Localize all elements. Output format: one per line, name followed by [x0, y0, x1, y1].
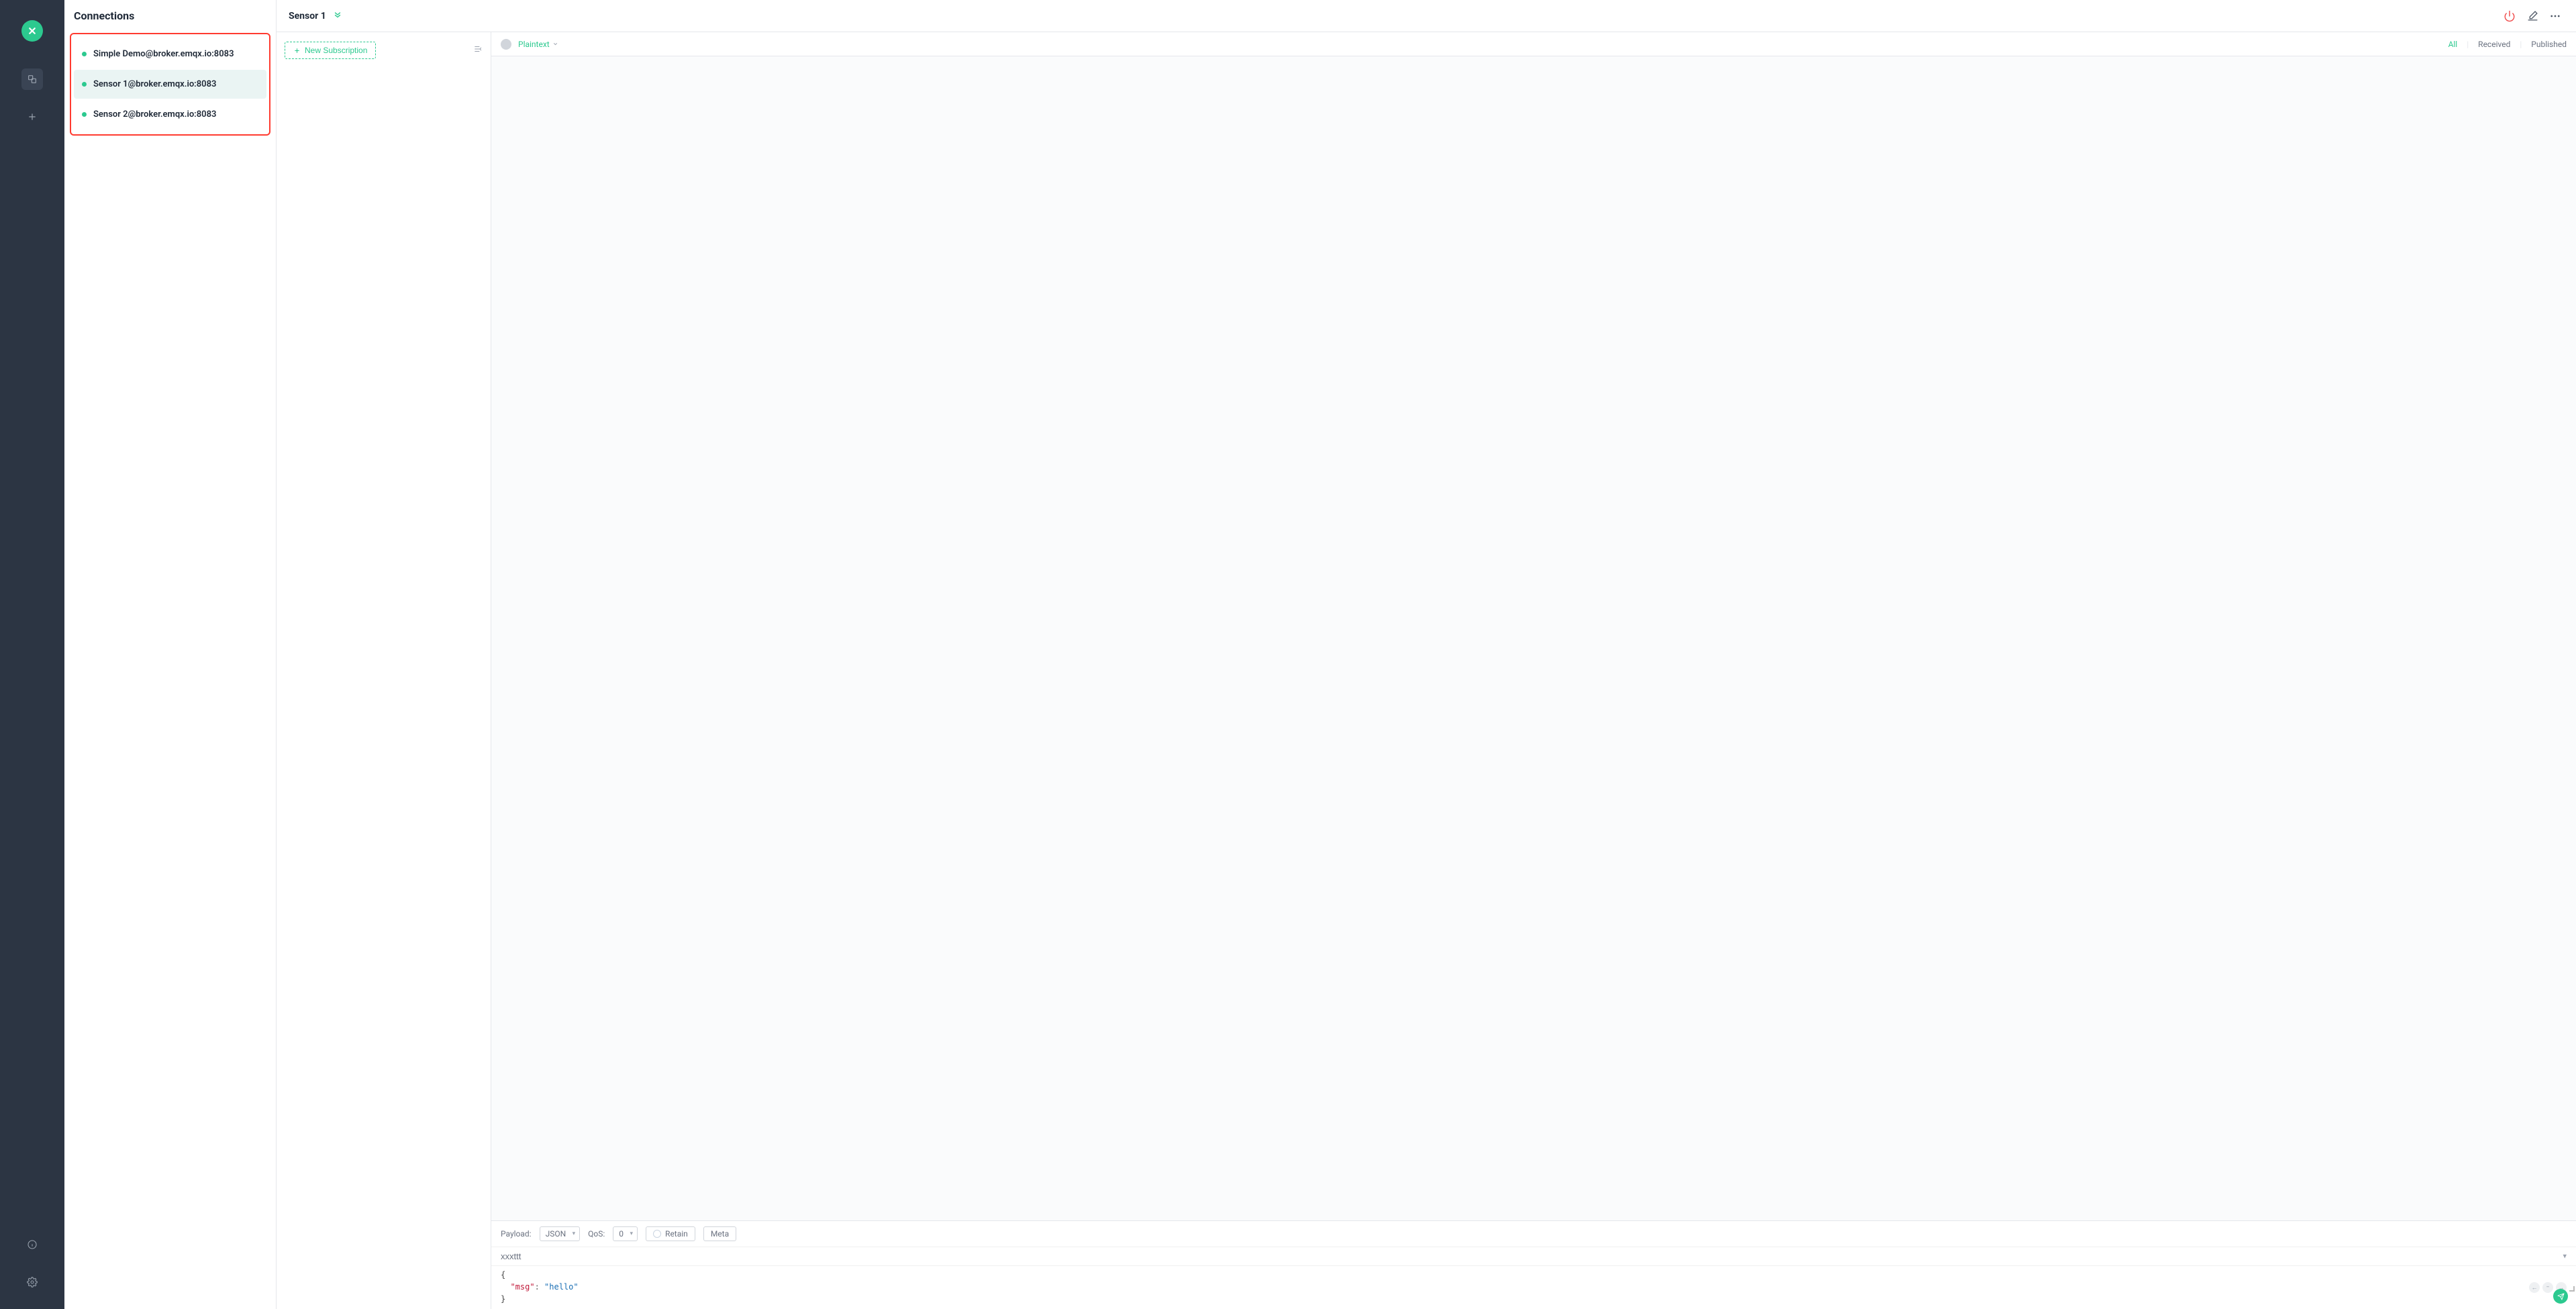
disconnect-button[interactable] — [2501, 7, 2518, 25]
nav-add[interactable] — [21, 106, 43, 128]
publish-footer: Payload: JSON ▾ QoS: 0 ▾ Retain — [491, 1220, 2576, 1309]
new-subscription-label: New Subscription — [305, 46, 367, 55]
history-mid-icon[interactable]: − — [2542, 1282, 2553, 1293]
edit-button[interactable] — [2524, 7, 2541, 25]
connection-item[interactable]: Simple Demo@broker.emqx.io:8083 — [74, 40, 266, 68]
payload-type-value: JSON — [546, 1229, 566, 1239]
subscriptions-column: New Subscription — [277, 32, 491, 1309]
retain-toggle[interactable]: Retain — [646, 1226, 695, 1241]
nav-connections[interactable] — [21, 68, 43, 90]
qos-select[interactable]: 0 ▾ — [613, 1226, 638, 1241]
payload-editor-row: { "msg": "hello" } ← − → — [491, 1265, 2576, 1309]
status-dot-icon — [82, 112, 87, 117]
connection-label: Simple Demo@broker.emqx.io:8083 — [93, 49, 234, 59]
filter-published[interactable]: Published — [2531, 40, 2567, 49]
topic-input[interactable] — [491, 1247, 2576, 1265]
chevron-down-icon: ▾ — [630, 1230, 634, 1237]
qos-label: QoS: — [588, 1229, 605, 1239]
publish-controls: Payload: JSON ▾ QoS: 0 ▾ Retain — [491, 1221, 2576, 1247]
main-header: Sensor 1 — [277, 0, 2576, 32]
app-logo — [21, 20, 43, 42]
messages-toolbar: Plaintext All | Received | Published — [491, 32, 2576, 56]
status-dot-icon — [82, 52, 87, 56]
chevron-down-icon: ▾ — [573, 1230, 576, 1237]
connection-item[interactable]: Sensor 2@broker.emqx.io:8083 — [74, 100, 266, 129]
resize-handle-icon[interactable] — [2569, 1286, 2575, 1292]
history-prev-icon[interactable]: ← — [2529, 1282, 2540, 1293]
payload-editor[interactable]: { "msg": "hello" } — [501, 1269, 2567, 1305]
connection-label: Sensor 2@broker.emqx.io:8083 — [93, 109, 216, 119]
connections-list-highlight: Simple Demo@broker.emqx.io:8083 Sensor 1… — [70, 33, 270, 136]
payload-format-select[interactable]: Plaintext — [518, 40, 558, 49]
nav-rail — [0, 0, 64, 1309]
filter-all[interactable]: All — [2448, 40, 2458, 49]
message-filter-tabs: All | Received | Published — [2448, 40, 2567, 49]
payload-label: Payload: — [501, 1229, 532, 1239]
main-area: Sensor 1 New Subscription — [277, 0, 2576, 1309]
new-subscription-button[interactable]: New Subscription — [285, 42, 376, 59]
radio-icon — [653, 1230, 661, 1238]
format-badge-icon — [501, 39, 511, 50]
topic-history-icon[interactable]: ▾ — [2563, 1252, 2567, 1261]
payload-format-value: Plaintext — [518, 40, 550, 49]
connections-title: Connections — [64, 9, 276, 33]
connection-title: Sensor 1 — [289, 11, 326, 21]
meta-label: Meta — [711, 1229, 729, 1239]
expand-icon[interactable] — [333, 10, 342, 22]
filter-received[interactable]: Received — [2478, 40, 2510, 49]
meta-button[interactable]: Meta — [703, 1226, 736, 1241]
collapse-subscriptions-icon[interactable] — [473, 44, 483, 56]
payload-type-select[interactable]: JSON ▾ — [540, 1226, 581, 1241]
messages-column: Plaintext All | Received | Published Pay… — [491, 32, 2576, 1309]
status-dot-icon — [82, 82, 87, 87]
qos-value: 0 — [619, 1229, 624, 1239]
send-button[interactable] — [2553, 1289, 2568, 1304]
connection-label: Sensor 1@broker.emqx.io:8083 — [93, 79, 216, 89]
more-button[interactable] — [2546, 7, 2564, 25]
messages-body — [491, 56, 2576, 1220]
nav-info[interactable] — [21, 1234, 43, 1255]
retain-label: Retain — [665, 1229, 688, 1239]
connection-item[interactable]: Sensor 1@broker.emqx.io:8083 — [74, 70, 266, 99]
connections-panel: Connections Simple Demo@broker.emqx.io:8… — [64, 0, 277, 1309]
nav-settings[interactable] — [21, 1271, 43, 1293]
